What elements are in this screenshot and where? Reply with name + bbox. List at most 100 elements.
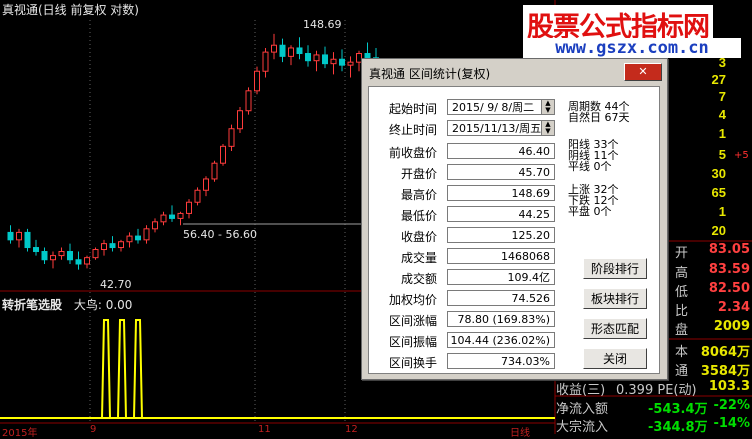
candle-body [135,235,141,241]
net-inflow-row: 净流入额 -543.4万 -22% [556,398,750,417]
high-price-label: 148.69 [303,18,342,31]
pattern-match-button[interactable]: 形态匹配 [583,318,647,339]
indicator-signal [133,319,143,419]
right-number: 1 [718,204,726,219]
candle-body [143,228,150,241]
dialog-panel: 起始时间 2015/ 9/ 8/周二 ▲ ▼ 终止时间 2015/11/13/周五 ▲… [368,86,660,374]
interval-stats-dialog[interactable]: 真视通 区间统计(复权) ✕ 起始时间 2015/ 9/ 8/周二 ▲ ▼ 终止时间… [361,58,668,380]
axis-month-2: 11 [258,424,271,435]
start-date-picker[interactable]: 2015/ 9/ 8/周二 ▲ ▼ [447,99,555,115]
indicator-signal [117,319,127,419]
candle-body [41,251,48,261]
field-prev-close: 前收盘价 46.40 [369,141,569,161]
indicator-signal [101,319,111,419]
candle-body [305,53,311,62]
quote-row-ratio: 比 2.34 [675,300,750,319]
candle-body [177,212,184,219]
value-box: 148.69 [447,185,555,201]
value-box: 46.40 [447,143,555,159]
candle-body [24,231,31,249]
field-gain: 区间涨幅 78.80 (169.83%) [369,309,569,329]
candle-body [92,249,99,259]
stage-ranking-button[interactable]: 阶段排行 [583,258,647,279]
field-start-time: 起始时间 2015/ 9/ 8/周二 ▲ ▼ [369,97,569,117]
candle-body [288,47,294,57]
equity-row-total: 本 8064万 [675,345,750,360]
candle-body [203,178,209,191]
indicator-name: 转折笔选股 [2,298,63,312]
candle-body [271,44,277,53]
field-amplitude: 区间振幅 104.44 (236.02%) [369,330,569,350]
dialog-titlebar[interactable]: 真视通 区间统计(复权) ✕ [365,62,664,82]
candle-body [279,44,286,57]
candle-body [228,128,235,147]
value-box: 45.70 [447,164,555,180]
field-open: 开盘价 45.70 [369,162,569,182]
change-mark: +5 [734,150,749,161]
candle-body [84,257,90,265]
time-axis: 2015年 9 11 12 日线 [0,424,560,439]
end-date-picker[interactable]: 2015/11/13/周五 ▲ ▼ [447,120,555,136]
quote-row-disk: 盘 2009 [675,319,750,338]
field-turnover: 区间换手 734.03% [369,351,569,371]
candle-body [330,58,337,65]
value-box: 44.25 [447,206,555,222]
candle-body [169,214,175,219]
candle-body [194,189,201,203]
axis-month-1: 9 [90,424,97,435]
candle-body [245,90,252,112]
quote-row-low: 低 82.50 [675,281,750,300]
candle-body [313,54,320,62]
value-box: 125.20 [447,227,555,243]
field-close: 收盘价 125.20 [369,225,569,245]
value-box: 104.44 (236.02%) [447,332,555,348]
candle-body [347,61,354,66]
watermark-url: www.gszx.com.cn [523,38,741,58]
right-number: 5 [718,147,726,162]
low-price-label: 42.70 [100,278,132,291]
axis-month-3: 12 [345,424,358,435]
chart-title: 真视通(日线 前复权 对数) [2,3,139,17]
candle-body [7,231,14,241]
stat-flat-candles: 平线 0个 [568,160,612,173]
candle-body [118,241,124,249]
candle-body [186,201,192,214]
range-label: 56.40 - 56.60 [183,228,257,241]
candle-body [296,47,303,55]
field-volume: 成交量 1468068 [369,246,569,266]
candle-body [109,243,116,249]
stat-flat: 平盘 0个 [568,205,612,218]
indicator-param: 大鸟: 0.00 [73,298,133,312]
quote-row-open: 开 83.05 [675,242,750,261]
field-end-time: 终止时间 2015/11/13/周五 ▲ ▼ [369,118,569,138]
field-label: 终止时间 [388,123,437,137]
candle-body [262,51,269,72]
field-low: 最低价 44.25 [369,204,569,224]
dialog-title: 真视通 区间统计(复权) [369,67,491,81]
sector-ranking-button[interactable]: 板块排行 [583,288,647,309]
candle-body [58,251,65,257]
close-button[interactable]: 关闭 [583,348,647,369]
value-box: 74.526 [447,290,555,306]
candle-body [237,110,243,130]
value-box: 734.03% [447,353,555,369]
axis-period: 日线 [510,428,530,439]
spin-icon[interactable]: ▲ ▼ [541,100,554,114]
right-number: 3 [718,55,726,70]
axis-year: 2015年 [2,428,38,439]
right-number: 1 [718,126,726,141]
value-box: 1468068 [447,248,555,264]
candle-body [16,231,22,241]
candle-body [322,54,328,65]
equity-row-float: 通 3584万 [675,364,750,379]
spin-icon[interactable]: ▲ ▼ [541,121,554,135]
close-icon[interactable]: ✕ [624,63,662,81]
candle-body [220,145,226,164]
field-amount: 成交额 109.4亿 [369,267,569,287]
candle-body [101,243,107,251]
candle-body [152,221,158,230]
candle-body [75,259,82,265]
indicator-header: 转折笔选股 大鸟: 0.00 [2,296,132,313]
candle-body [67,251,73,261]
right-number: 65 [711,185,726,200]
